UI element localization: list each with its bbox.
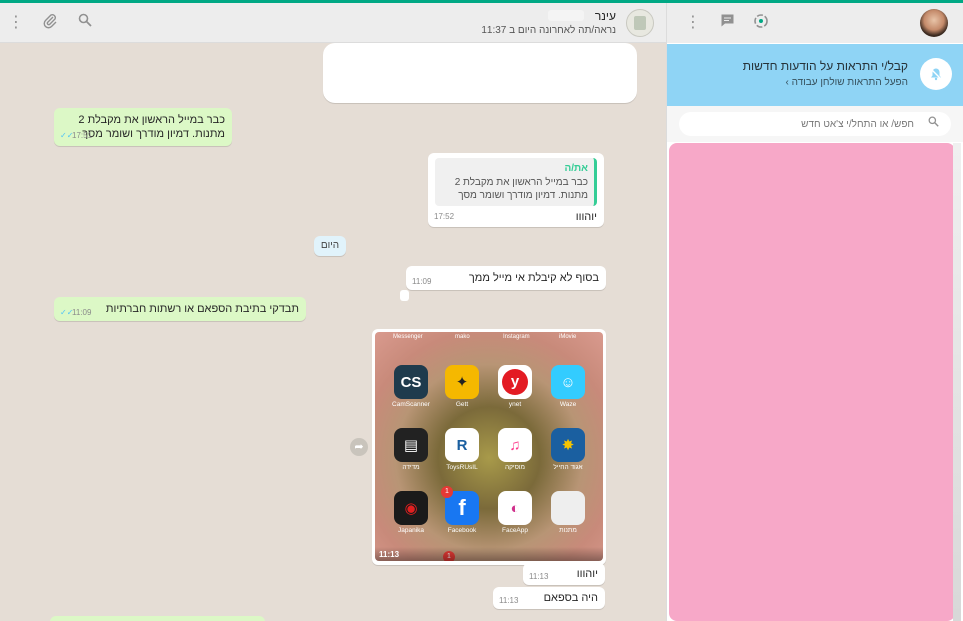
message-bubble-incoming[interactable]: בסוף לא קיבלת אי מייל ממך 11:09	[406, 266, 606, 290]
app-label: מוסיקה	[504, 464, 526, 471]
app-label: מתנות	[559, 527, 577, 534]
message-time: 11:13	[499, 596, 519, 605]
app-label: Gett	[455, 401, 469, 408]
app-faceapp: ◐ FaceApp	[488, 491, 542, 534]
notification-badge: 1	[441, 486, 453, 498]
app-gifts: מתנות	[541, 491, 595, 534]
scroll-marker	[400, 290, 409, 301]
message-text: יוהווו	[575, 211, 597, 223]
message-bubble-incoming[interactable]: היה בספאם 11:13	[493, 587, 605, 609]
app-label: ynet	[508, 401, 522, 408]
toysrus-icon: R	[445, 428, 479, 462]
app-soldier: ✸ אגוד החייל	[541, 428, 595, 471]
app-music: ♫ מוסיקה	[488, 428, 542, 471]
app-label: FaceApp	[501, 527, 529, 534]
paperclip-icon[interactable]	[40, 13, 60, 33]
contact-last-seen: נראה/תה לאחרונה היום ב 11:37	[481, 25, 616, 36]
app-label: Facebook	[447, 527, 477, 534]
japanika-icon: ◉	[394, 491, 428, 525]
contact-name[interactable]: עינר	[595, 9, 616, 23]
app-label: mako	[455, 334, 470, 340]
app-facebook: f 1 Facebook	[435, 486, 489, 534]
day-divider: היום	[314, 236, 346, 256]
image-message[interactable]: Messenger mako Instagram iMovie CS CamSc…	[372, 329, 606, 565]
app-ynet: y ynet	[488, 365, 542, 408]
measure-icon: ▤	[394, 428, 428, 462]
app-label: Messenger	[393, 334, 423, 340]
search-bar	[667, 106, 963, 142]
bell-muted-icon	[920, 58, 952, 90]
quoted-message[interactable]: את/ה כבר במייל הראשון את מקבלת 2 מתנות. …	[435, 158, 597, 206]
message-text: תבדקי בתיבת הספאם או רשתות חברתיות	[105, 303, 299, 315]
chat-list-edge	[953, 143, 961, 621]
chat-pane: ⋮ עינר נראה/תה לאחרונה היום ב 11:37 כבר …	[0, 3, 666, 621]
redacted-chat-list	[669, 143, 955, 621]
menu-dots-icon[interactable]: ⋮	[6, 13, 26, 33]
message-bubble-outgoing[interactable]: כבר במייל הראשון את מקבלת 2 מתנות. דמיון…	[54, 108, 232, 146]
ynet-icon: y	[498, 365, 532, 399]
gifts-icon	[551, 491, 585, 525]
search-icon	[928, 116, 939, 130]
quote-author: את/ה	[564, 163, 588, 174]
message-time: 17:52	[434, 212, 455, 221]
message-time: 11:09	[72, 308, 92, 317]
soldier-icon: ✸	[551, 428, 585, 462]
status-ring-icon[interactable]	[751, 13, 771, 33]
app-japanika: ◉ Japanika	[384, 491, 438, 534]
app-label: Instagram	[503, 334, 530, 340]
message-bubble[interactable]	[323, 43, 637, 103]
app-measure: ▤ מדידה	[384, 428, 438, 471]
search-icon[interactable]	[75, 13, 95, 33]
app-label: Japanika	[397, 527, 425, 534]
search-input[interactable]	[689, 116, 914, 132]
enable-notifications-link[interactable]: הפעל התראות שולחן עבודה ›	[785, 77, 908, 88]
chat-header: ⋮ עינר נראה/תה לאחרונה היום ב 11:37	[0, 3, 666, 43]
message-time: 11:13	[529, 572, 549, 581]
app-label: iMovie	[559, 334, 577, 340]
message-text: בסוף לא קיבלת אי מייל ממך	[468, 272, 599, 284]
quote-text: כבר במייל הראשון את מקבלת 2 מתנות. דמיון…	[454, 177, 588, 201]
app-gett: ✦ Gett	[435, 365, 489, 408]
contact-avatar[interactable]	[626, 9, 654, 37]
phone-dock-shade	[375, 547, 603, 561]
message-time: 17:51	[72, 131, 93, 140]
app-label: מדידה	[402, 464, 420, 471]
app-label: ToysRUsIL	[446, 464, 478, 471]
message-bubble-incoming[interactable]: את/ה כבר במייל הראשון את מקבלת 2 מתנות. …	[428, 153, 604, 227]
ynet-glyph: y	[502, 369, 528, 395]
sidebar: ⋮ קבל/י התראות על הודעות חדשות הפעל התרא…	[666, 3, 963, 621]
user-avatar[interactable]	[920, 9, 948, 37]
music-icon: ♫	[498, 428, 532, 462]
gett-icon: ✦	[445, 365, 479, 399]
notifications-banner[interactable]: קבל/י התראות על הודעות חדשות הפעל התראות…	[667, 44, 963, 106]
forward-icon[interactable]: ➦	[350, 438, 368, 456]
faceapp-icon: ◐	[498, 491, 532, 525]
message-bubble-outgoing[interactable]: תבדקי בתיבת הספאם או רשתות חברתיות ✓✓ 11…	[54, 297, 306, 321]
menu-dots-icon[interactable]: ⋮	[683, 13, 703, 33]
phone-screenshot-image[interactable]: Messenger mako Instagram iMovie CS CamSc…	[375, 332, 603, 561]
facebook-icon: f 1	[441, 486, 479, 525]
sidebar-header: ⋮	[667, 3, 963, 43]
camscanner-icon: CS	[394, 365, 428, 399]
redacted-name	[548, 10, 584, 21]
waze-icon: ☺	[551, 365, 585, 399]
app-waze: ☺ Waze	[541, 365, 595, 408]
notifications-title: קבל/י התראות על הודעות חדשות	[742, 59, 908, 73]
message-bubble-outgoing[interactable]	[50, 616, 265, 621]
message-bubble-incoming[interactable]: יוהווו 11:13	[523, 563, 605, 585]
new-chat-icon[interactable]	[717, 13, 737, 33]
image-time: 11:13	[379, 550, 400, 559]
app-toysrus: R ToysRUsIL	[435, 428, 489, 471]
facebook-glyph: f	[458, 495, 466, 520]
message-time: 11:09	[412, 277, 432, 286]
app-label: Waze	[559, 401, 577, 408]
app-label: אגוד החייל	[553, 464, 583, 471]
search-box[interactable]	[679, 112, 951, 136]
app-label: CamScanner	[392, 401, 430, 408]
app-camscanner: CS CamScanner	[384, 365, 438, 408]
